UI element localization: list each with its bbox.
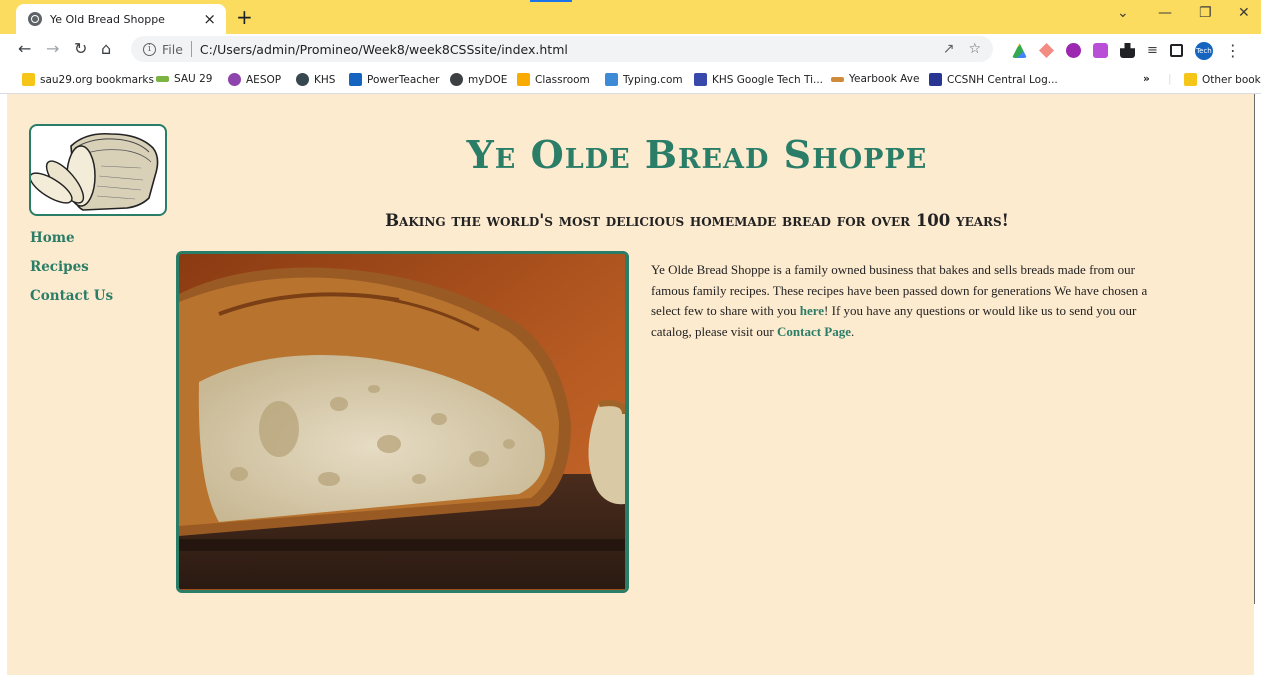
aesop-icon	[228, 73, 241, 86]
tab-search-icon[interactable]: ⌄	[1117, 6, 1129, 20]
globe-icon	[28, 12, 42, 26]
yearbook-icon	[831, 76, 844, 82]
nav-link-recipes[interactable]: Recipes	[30, 259, 113, 275]
bookmark-item[interactable]: SAU 29	[156, 73, 212, 85]
browser-title-bar: Ye Old Bread Shoppe × + ⌄ — ❐ ✕	[0, 0, 1261, 34]
bookmark-item[interactable]: CCSNH Central Log...	[929, 73, 1058, 86]
other-bookmarks-folder[interactable]: Other bookmarks	[1184, 73, 1261, 86]
home-icon[interactable]: ⌂	[101, 39, 111, 59]
bookmark-item[interactable]: myDOE	[450, 73, 507, 86]
bookmark-item[interactable]: Typing.com	[605, 73, 683, 86]
bread-photo-icon	[179, 254, 626, 589]
address-bar[interactable]: i File C:/Users/admin/Promineo/Week8/wee…	[131, 36, 993, 62]
chevron-double-right-icon: »	[1143, 73, 1150, 85]
page-scrollbar[interactable]	[1254, 94, 1261, 675]
forms-icon	[694, 73, 707, 86]
khs-icon	[296, 73, 309, 86]
classroom-icon	[517, 73, 530, 86]
contact-page-link[interactable]: Contact Page	[777, 324, 851, 339]
bookmark-label: sau29.org bookmarks	[40, 73, 154, 86]
bookmark-item[interactable]: AESOP	[228, 73, 281, 86]
reading-list-icon[interactable]: ≡	[1147, 43, 1158, 58]
bookmark-label: KHS	[314, 73, 336, 86]
side-panel-icon[interactable]	[1169, 44, 1183, 57]
reload-icon[interactable]: ↻	[74, 39, 87, 59]
folder-icon	[22, 73, 35, 86]
divider	[190, 41, 192, 57]
intro-text: .	[851, 323, 855, 339]
recipes-here-link[interactable]: here	[800, 303, 824, 318]
more-bookmarks-button[interactable]: »	[1143, 73, 1150, 85]
share-icon[interactable]: ↗	[943, 41, 955, 57]
browser-toolbar: ← → ↻ ⌂ i File C:/Users/admin/Promineo/W…	[0, 34, 1261, 64]
intro-paragraph: Ye Olde Bread Shoppe is a family owned b…	[651, 260, 1171, 342]
google-drive-icon[interactable]	[1012, 43, 1027, 58]
bookmark-label: myDOE	[468, 73, 508, 86]
bookmark-item[interactable]: PowerTeacher	[349, 73, 439, 86]
menu-icon[interactable]: ⋮	[1225, 41, 1241, 60]
profile-avatar[interactable]: Tech	[1194, 41, 1213, 60]
scrollbar-thumb[interactable]	[1254, 94, 1255, 604]
bookmark-label: Typing.com	[623, 73, 683, 86]
bookmark-star-icon[interactable]: ☆	[968, 41, 981, 57]
sau29-icon	[156, 76, 169, 82]
sis-icon	[349, 73, 362, 86]
back-icon[interactable]: ←	[18, 39, 31, 59]
url-text[interactable]: C:/Users/admin/Promineo/Week8/week8CSSsi…	[200, 42, 568, 57]
nav-link-contact-us[interactable]: Contact Us	[30, 288, 113, 304]
kami-icon[interactable]	[1066, 43, 1081, 58]
new-tab-button[interactable]: +	[236, 7, 253, 27]
hero-bread-image	[176, 251, 629, 593]
typing-icon	[605, 73, 618, 86]
bookmark-item[interactable]: KHS	[296, 73, 335, 86]
bookmark-item[interactable]: KHS Google Tech Ti...	[694, 73, 823, 86]
bookmark-label: Other bookmarks	[1202, 73, 1261, 86]
bookmark-label: SAU 29	[174, 73, 213, 85]
restore-icon[interactable]: ❐	[1199, 6, 1212, 20]
bookmark-item[interactable]: sau29.org bookmarks	[22, 73, 154, 86]
divider: |	[1168, 73, 1172, 85]
bookmark-label: Classroom	[535, 73, 590, 86]
ccsnh-icon	[929, 73, 942, 86]
forward-icon[interactable]: →	[46, 39, 59, 59]
folder-icon	[1184, 73, 1197, 86]
extensions-puzzle-icon[interactable]	[1120, 43, 1135, 58]
tab-indicator	[530, 0, 572, 2]
extension-diamond-icon[interactable]	[1039, 43, 1054, 58]
bookmark-label: PowerTeacher	[367, 73, 440, 86]
scheme-label: File	[162, 41, 183, 57]
side-navigation: Home Recipes Contact Us	[30, 230, 113, 317]
extension-puzzle-purple-icon[interactable]	[1093, 43, 1108, 58]
bookmark-label: Yearbook Ave	[849, 73, 920, 85]
site-tagline: Baking the world's most delicious homema…	[385, 211, 1009, 230]
browser-tab[interactable]: Ye Old Bread Shoppe ×	[16, 4, 226, 34]
bookmark-item[interactable]: Yearbook Ave	[831, 73, 919, 85]
site-title: Ye Olde Bread Shoppe	[466, 132, 928, 177]
close-window-icon[interactable]: ✕	[1238, 6, 1250, 20]
minimize-icon[interactable]: —	[1158, 6, 1172, 20]
bookmark-label: KHS Google Tech Ti...	[712, 73, 824, 86]
bookmark-label: CCSNH Central Log...	[947, 73, 1058, 86]
tab-title: Ye Old Bread Shoppe	[50, 12, 165, 26]
bookmark-item[interactable]: Classroom	[517, 73, 590, 86]
globe-icon	[450, 73, 463, 86]
bookmarks-bar: sau29.org bookmarks SAU 29 AESOP KHS Pow…	[0, 64, 1261, 94]
bookmark-label: AESOP	[246, 73, 282, 86]
nav-link-home[interactable]: Home	[30, 230, 113, 246]
web-page: Home Recipes Contact Us Ye Olde Bread Sh…	[7, 94, 1254, 675]
info-icon[interactable]: i	[143, 42, 156, 56]
tab-close-icon[interactable]: ×	[203, 11, 216, 27]
